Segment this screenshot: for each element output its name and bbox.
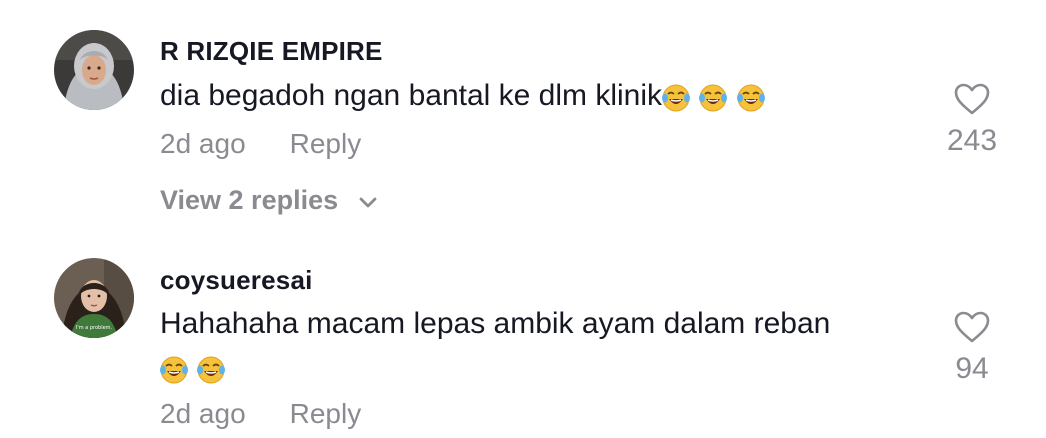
reply-button[interactable]: Reply — [290, 128, 362, 159]
comment-text-content: Hahahaha macam lepas ambik ayam dalam re… — [160, 307, 831, 340]
chevron-down-icon — [359, 197, 377, 208]
like-control: 243 — [932, 82, 1012, 158]
joy-emoji-icon — [698, 83, 728, 113]
username[interactable]: R RIZQIE EMPIRE — [160, 36, 383, 67]
like-count: 94 — [955, 352, 989, 385]
comment-item: I'm a problem. coysueresai Hahahaha maca… — [0, 230, 1046, 438]
reply-button[interactable]: Reply — [290, 398, 362, 429]
comment-timestamp: 2d ago — [160, 128, 246, 159]
avatar-caption: I'm a problem. — [76, 325, 113, 331]
view-replies-label: View 2 replies — [160, 185, 339, 215]
comment-text: Hahahaha macam lepas ambik ayam dalam re… — [160, 302, 830, 391]
joy-emoji-icon — [196, 355, 226, 385]
comment-item: R RIZQIE EMPIRE dia begadoh ngan bantal … — [0, 0, 1046, 230]
avatar[interactable]: I'm a problem. — [54, 258, 134, 338]
comment-meta: 2d ago Reply — [160, 398, 361, 430]
like-control: 94 — [932, 310, 1012, 386]
emoji-group — [160, 347, 226, 391]
username[interactable]: coysueresai — [160, 265, 313, 296]
comment-text: dia begadoh ngan bantal ke dlm klinik — [160, 74, 766, 119]
heart-outline-icon[interactable] — [953, 310, 991, 344]
heart-outline-icon[interactable] — [953, 82, 991, 116]
avatar[interactable] — [54, 30, 134, 110]
avatar-image: I'm a problem. — [54, 258, 134, 338]
joy-emoji-icon — [661, 83, 691, 113]
like-count: 243 — [946, 124, 998, 157]
joy-emoji-icon — [736, 83, 766, 113]
comment-meta: 2d ago Reply — [160, 128, 361, 160]
comment-text-content: dia begadoh ngan bantal ke dlm klinik — [160, 79, 663, 112]
joy-emoji-icon — [159, 355, 189, 385]
comment-timestamp: 2d ago — [160, 398, 246, 429]
avatar-image — [54, 30, 134, 110]
view-replies-button[interactable]: View 2 replies — [160, 185, 378, 216]
emoji-group — [662, 75, 766, 119]
